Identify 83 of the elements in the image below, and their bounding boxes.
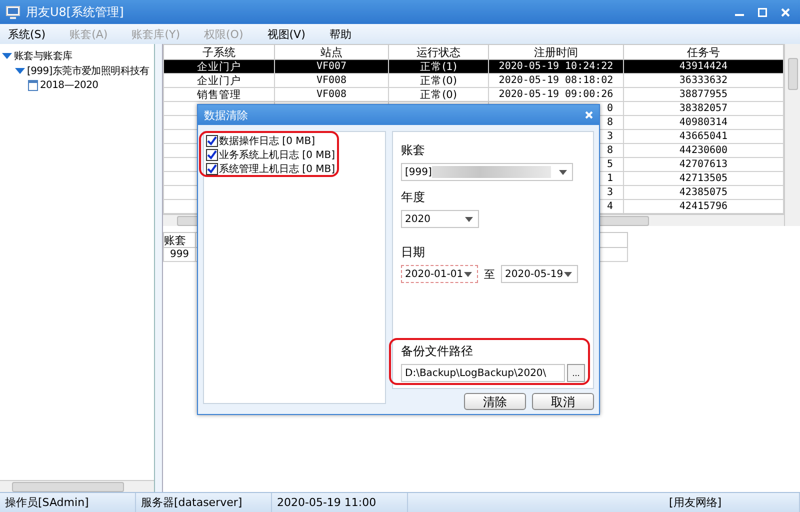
- window-title: 用友U8[系统管理]: [26, 4, 125, 20]
- table-cell: 42707613: [679, 158, 728, 170]
- dialog-button[interactable]: 清除: [464, 393, 526, 410]
- checkbox[interactable]: [206, 163, 218, 175]
- vertical-scrollbar[interactable]: [784, 44, 800, 226]
- table-cell: 38382057: [679, 102, 728, 114]
- dialog-button[interactable]: 取消: [532, 393, 594, 410]
- table-cell: 8: [606, 144, 613, 156]
- table-cell: 正常(0): [420, 74, 457, 86]
- column-header[interactable]: 子系统: [164, 44, 274, 60]
- table-cell: 销售管理: [197, 88, 241, 100]
- account-dropdown[interactable]: [999]: [401, 163, 573, 181]
- table-row[interactable]: 企业门户 VF008 正常(0) 2020-05-19 08:18:02 36333632: [164, 74, 784, 88]
- table-cell: 43665041: [679, 130, 728, 142]
- checkbox-label[interactable]: 系统管理上机日志 [0 MB]: [219, 162, 336, 176]
- status-segment: 2020-05-19 11:00: [272, 493, 408, 512]
- checkbox-label[interactable]: 数据操作日志 [0 MB]: [219, 134, 316, 148]
- table-cell: VF008: [316, 88, 347, 100]
- dropdown-arrow-icon[interactable]: [465, 216, 473, 222]
- dropdown-arrow-icon[interactable]: [559, 170, 567, 174]
- menu-item[interactable]: 视图(V): [265, 26, 308, 42]
- checkbox[interactable]: [206, 149, 218, 161]
- status-segment: [用友网络]: [664, 493, 800, 512]
- table-cell: 3: [606, 186, 613, 198]
- column-header[interactable]: 任务号: [624, 44, 784, 60]
- table-cell: 36333632: [679, 74, 728, 86]
- table-cell: 8: [606, 116, 613, 128]
- table-cell: VF007: [316, 60, 347, 72]
- table-cell: 42713505: [679, 172, 728, 184]
- field-label: 日期: [401, 244, 426, 261]
- horizontal-scrollbar[interactable]: [0, 480, 154, 492]
- table-cell: 42385075: [679, 186, 728, 198]
- close-icon[interactable]: [585, 111, 593, 119]
- menu-item[interactable]: 系统(S): [6, 26, 48, 42]
- dropdown-arrow-icon[interactable]: [464, 272, 472, 276]
- close-icon[interactable]: [781, 8, 790, 16]
- menu-item[interactable]: 帮助: [327, 26, 354, 42]
- table-row[interactable]: 销售管理 VF008 正常(0) 2020-05-19 09:00:26 38877955: [164, 88, 784, 102]
- table-row[interactable]: 企业门户 VF007 正常(1) 2020-05-19 10:24:22 43914424: [164, 60, 784, 74]
- expanded-arrow-icon[interactable]: [15, 66, 25, 74]
- expanded-arrow-icon[interactable]: [2, 52, 12, 60]
- table-cell: 2020-05-19 09:00:26: [498, 88, 614, 100]
- checkbox-label[interactable]: 业务系统上机日志 [0 MB]: [219, 148, 336, 162]
- tree-item[interactable]: 账套与账套库: [14, 48, 72, 62]
- table-cell: 正常(0): [420, 88, 457, 100]
- column-header[interactable]: 账套: [164, 232, 196, 248]
- status-segment: 操作员[SAdmin]: [0, 493, 136, 512]
- calendar-icon: [28, 80, 38, 91]
- table-cell: 40980314: [679, 116, 728, 128]
- date-from-dropdown[interactable]: 2020-01-01: [401, 265, 478, 283]
- field-label: 账套: [401, 142, 426, 159]
- tree-item[interactable]: [999]东莞市爱加照明科技有: [27, 64, 150, 78]
- table-cell: 2020-05-19 10:24:22: [498, 60, 614, 72]
- table-cell: 44230600: [679, 144, 728, 156]
- table-cell: 企业门户: [197, 74, 241, 86]
- date-to-dropdown[interactable]: 2020-05-19: [501, 265, 578, 283]
- table-cell: VF008: [316, 74, 347, 86]
- table-cell: 2020-05-19 08:18:02: [498, 74, 614, 86]
- table-cell: 5: [606, 158, 613, 170]
- table-cell: 43914424: [679, 60, 728, 72]
- table-cell: 4: [606, 200, 613, 212]
- table-cell: 企业门户: [197, 60, 241, 72]
- table-cell: 999: [170, 248, 190, 260]
- column-header[interactable]: 站点: [274, 44, 388, 60]
- table-cell: 42415796: [679, 200, 728, 212]
- field-label: 备份文件路径: [401, 343, 474, 360]
- checkbox[interactable]: [206, 135, 218, 147]
- table-cell: 0: [606, 102, 613, 114]
- range-separator: 至: [484, 266, 495, 282]
- status-segment: 服务器[dataserver]: [136, 493, 272, 512]
- dropdown-arrow-icon[interactable]: [564, 272, 572, 276]
- column-header[interactable]: 运行状态: [388, 44, 488, 60]
- browse-button[interactable]: ...: [567, 364, 585, 382]
- column-header[interactable]: 注册时间: [488, 44, 624, 60]
- tree-item[interactable]: 2018—2020: [40, 80, 98, 91]
- monitor-icon: [6, 6, 20, 18]
- year-dropdown[interactable]: 2020: [401, 210, 479, 228]
- table-cell: 3: [606, 130, 613, 142]
- maximize-icon[interactable]: [758, 8, 767, 16]
- table-cell: 正常(1): [420, 60, 457, 72]
- table-cell: 1: [606, 172, 613, 184]
- path-field[interactable]: D:\Backup\LogBackup\2020\: [401, 364, 565, 382]
- table-cell: 38877955: [679, 88, 728, 100]
